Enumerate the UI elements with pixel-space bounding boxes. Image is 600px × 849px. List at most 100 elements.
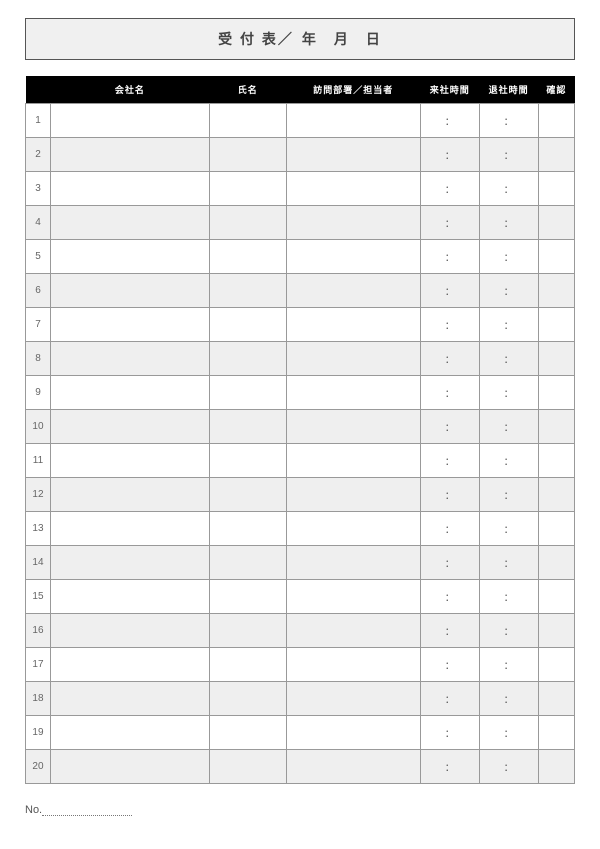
table-body: 1：：2：：3：：4：：5：：6：：7：：8：：9：：10：：11：：12：：1… bbox=[26, 104, 575, 784]
cell-time-in: ： bbox=[420, 512, 479, 546]
cell-dept bbox=[286, 206, 420, 240]
row-number: 19 bbox=[26, 716, 51, 750]
row-number: 20 bbox=[26, 750, 51, 784]
cell-time-out: ： bbox=[479, 104, 538, 138]
table-row: 18：： bbox=[26, 682, 575, 716]
cell-dept bbox=[286, 444, 420, 478]
table-row: 13 ：： bbox=[26, 512, 575, 546]
no-blank-line bbox=[42, 815, 132, 816]
cell-time-in: ： bbox=[420, 546, 479, 580]
table-row: 7：： bbox=[26, 308, 575, 342]
cell-confirm bbox=[538, 376, 574, 410]
cell-company bbox=[50, 138, 209, 172]
table-row: 3：： bbox=[26, 172, 575, 206]
cell-company bbox=[50, 580, 209, 614]
row-number: 5 bbox=[26, 240, 51, 274]
cell-confirm bbox=[538, 478, 574, 512]
cell-confirm bbox=[538, 104, 574, 138]
cell-confirm bbox=[538, 546, 574, 580]
cell-time-in: ： bbox=[420, 138, 479, 172]
row-number: 12 bbox=[26, 478, 51, 512]
cell-dept bbox=[286, 614, 420, 648]
cell-time-out: ： bbox=[479, 410, 538, 444]
row-number: 3 bbox=[26, 172, 51, 206]
table-row: 6：： bbox=[26, 274, 575, 308]
cell-company bbox=[50, 172, 209, 206]
table-row: 8：： bbox=[26, 342, 575, 376]
cell-time-out: ： bbox=[479, 614, 538, 648]
cell-company bbox=[50, 648, 209, 682]
col-time-in: 来社時間 bbox=[420, 76, 479, 104]
row-number: 15 bbox=[26, 580, 51, 614]
cell-dept bbox=[286, 410, 420, 444]
cell-name bbox=[209, 410, 286, 444]
cell-dept bbox=[286, 750, 420, 784]
cell-name bbox=[209, 240, 286, 274]
cell-name bbox=[209, 580, 286, 614]
cell-confirm bbox=[538, 172, 574, 206]
row-number: 13 bbox=[26, 512, 51, 546]
table-row: 15：： bbox=[26, 580, 575, 614]
table-row: 20：： bbox=[26, 750, 575, 784]
cell-company bbox=[50, 478, 209, 512]
cell-company bbox=[50, 546, 209, 580]
cell-name bbox=[209, 614, 286, 648]
cell-company bbox=[50, 206, 209, 240]
cell-name bbox=[209, 274, 286, 308]
cell-time-out: ： bbox=[479, 206, 538, 240]
table-row: 4：： bbox=[26, 206, 575, 240]
cell-company bbox=[50, 682, 209, 716]
row-number: 14 bbox=[26, 546, 51, 580]
table-row: 2 ：： bbox=[26, 138, 575, 172]
cell-company bbox=[50, 342, 209, 376]
cell-time-in: ： bbox=[420, 648, 479, 682]
cell-time-out: ： bbox=[479, 546, 538, 580]
cell-dept bbox=[286, 240, 420, 274]
cell-time-out: ： bbox=[479, 308, 538, 342]
cell-time-out: ： bbox=[479, 478, 538, 512]
reception-table: 会社名 氏名 訪問部署／担当者 来社時間 退社時間 確認 1：：2：：3：：4：… bbox=[25, 76, 575, 784]
cell-dept bbox=[286, 682, 420, 716]
row-number: 6 bbox=[26, 274, 51, 308]
table-row: 11：： bbox=[26, 444, 575, 478]
cell-dept bbox=[286, 546, 420, 580]
row-number: 2 bbox=[26, 138, 51, 172]
cell-name bbox=[209, 546, 286, 580]
cell-name bbox=[209, 104, 286, 138]
cell-time-in: ： bbox=[420, 274, 479, 308]
cell-time-out: ： bbox=[479, 138, 538, 172]
cell-name bbox=[209, 138, 286, 172]
cell-name bbox=[209, 478, 286, 512]
cell-company bbox=[50, 240, 209, 274]
row-number: 17 bbox=[26, 648, 51, 682]
cell-company bbox=[50, 274, 209, 308]
cell-confirm bbox=[538, 308, 574, 342]
cell-confirm bbox=[538, 206, 574, 240]
row-number: 10 bbox=[26, 410, 51, 444]
col-company: 会社名 bbox=[50, 76, 209, 104]
cell-time-out: ： bbox=[479, 716, 538, 750]
cell-time-in: ： bbox=[420, 206, 479, 240]
cell-time-in: ： bbox=[420, 240, 479, 274]
row-number: 11 bbox=[26, 444, 51, 478]
cell-time-in: ： bbox=[420, 444, 479, 478]
cell-confirm bbox=[538, 682, 574, 716]
cell-time-in: ： bbox=[420, 580, 479, 614]
cell-time-out: ： bbox=[479, 682, 538, 716]
col-number bbox=[26, 76, 51, 104]
table-row: 9：： bbox=[26, 376, 575, 410]
cell-confirm bbox=[538, 716, 574, 750]
cell-confirm bbox=[538, 240, 574, 274]
cell-dept bbox=[286, 138, 420, 172]
cell-dept bbox=[286, 648, 420, 682]
cell-dept bbox=[286, 342, 420, 376]
table-row: 16：： bbox=[26, 614, 575, 648]
table-row: 5：： bbox=[26, 240, 575, 274]
cell-name bbox=[209, 750, 286, 784]
cell-dept bbox=[286, 172, 420, 206]
table-header-row: 会社名 氏名 訪問部署／担当者 来社時間 退社時間 確認 bbox=[26, 76, 575, 104]
cell-dept bbox=[286, 104, 420, 138]
cell-time-out: ： bbox=[479, 512, 538, 546]
table-row: 17：： bbox=[26, 648, 575, 682]
row-number: 18 bbox=[26, 682, 51, 716]
